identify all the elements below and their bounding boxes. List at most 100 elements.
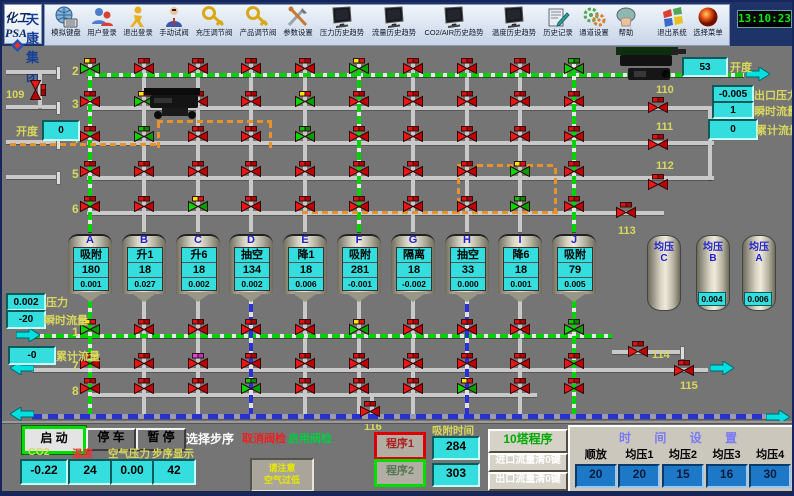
valve-row5-t3[interactable]	[188, 161, 208, 177]
valve-row8-t4[interactable]	[241, 378, 261, 394]
program2-button[interactable]: 程序2	[374, 459, 426, 487]
valve-113[interactable]	[616, 202, 636, 218]
valve-row8-t2[interactable]	[134, 378, 154, 394]
valve-row4-t1[interactable]	[80, 126, 100, 142]
time-setting-value-2[interactable]: 20	[618, 464, 660, 488]
time-setting-value-4[interactable]: 16	[706, 464, 748, 488]
program1-button[interactable]: 程序1	[374, 432, 426, 460]
valve-row3-t5[interactable]	[295, 91, 315, 107]
valve-row6-t1[interactable]	[80, 196, 100, 212]
toolbar-item-14[interactable]: 帮助	[612, 5, 640, 45]
valve-row5-t2[interactable]	[134, 161, 154, 177]
valve-row3-t6[interactable]	[349, 91, 369, 107]
program-title-button[interactable]: 10塔程序	[488, 429, 568, 453]
toolbar-item-7[interactable]: 参数设置	[280, 5, 316, 45]
valve-row3-t7[interactable]	[403, 91, 423, 107]
valve-row2-t7[interactable]	[403, 58, 423, 74]
valve-112[interactable]	[648, 174, 668, 190]
valve-row4-t7[interactable]	[403, 126, 423, 142]
valve-row1-t9[interactable]	[510, 319, 530, 335]
valve-row5-t9[interactable]	[510, 161, 530, 177]
valve-row7-t8[interactable]	[457, 353, 477, 369]
valve-row1-t6[interactable]	[349, 319, 369, 335]
valve-row3-t9[interactable]	[510, 91, 530, 107]
valve-row4-t8[interactable]	[457, 126, 477, 142]
toolbar-item-4[interactable]: 手动试阀	[156, 5, 192, 45]
valve-row8-t6[interactable]	[349, 378, 369, 394]
valve-row6-t4[interactable]	[241, 196, 261, 212]
valve-row1-t8[interactable]	[457, 319, 477, 335]
valve-row6-t5[interactable]	[295, 196, 315, 212]
toolbar-item-13[interactable]: 通道设置	[576, 5, 612, 45]
valve-row7-t2[interactable]	[134, 353, 154, 369]
toolbar-item-2[interactable]: 用户登录	[84, 5, 120, 45]
valve-row3-t1[interactable]	[80, 91, 100, 107]
valve-row6-t6[interactable]	[349, 196, 369, 212]
valve-row5-t1[interactable]	[80, 161, 100, 177]
toolbar-item-5[interactable]: 充压调节阀	[192, 5, 236, 45]
toolbar-item-16[interactable]: 选择菜单	[690, 5, 726, 45]
valve-row2-t1[interactable]	[80, 58, 100, 74]
time-setting-value-3[interactable]: 15	[662, 464, 704, 488]
valve-row2-t6[interactable]	[349, 58, 369, 74]
valve-row2-t4[interactable]	[241, 58, 261, 74]
valve-row2-t8[interactable]	[457, 58, 477, 74]
valve-row3-t4[interactable]	[241, 91, 261, 107]
valve-row3-t10[interactable]	[564, 91, 584, 107]
valve-row4-t10[interactable]	[564, 126, 584, 142]
cancel-valve-check-button[interactable]: 取消阀检	[242, 430, 290, 446]
valve-row5-t8[interactable]	[457, 161, 477, 177]
valve-row8-t3[interactable]	[188, 378, 208, 394]
toolbar-item-12[interactable]: 历史记录	[540, 5, 576, 45]
valve-row1-t2[interactable]	[134, 319, 154, 335]
valve-row1-t7[interactable]	[403, 319, 423, 335]
valve-114[interactable]	[628, 341, 648, 357]
valve-row5-t5[interactable]	[295, 161, 315, 177]
outlet-flow-reset-button[interactable]: 出口流量清0键	[488, 472, 568, 491]
valve-row4-t9[interactable]	[510, 126, 530, 142]
valve-row3-t8[interactable]	[457, 91, 477, 107]
valve-row6-t3[interactable]	[188, 196, 208, 212]
valve-110[interactable]	[648, 97, 668, 113]
valve-111[interactable]	[648, 134, 668, 150]
valve-row2-t2[interactable]	[134, 58, 154, 74]
valve-row1-t4[interactable]	[241, 319, 261, 335]
valve-row5-t10[interactable]	[564, 161, 584, 177]
valve-row2-t3[interactable]	[188, 58, 208, 74]
valve-row8-t7[interactable]	[403, 378, 423, 394]
valve-row8-t8[interactable]	[457, 378, 477, 394]
toolbar-item-6[interactable]: 产品调节阀	[236, 5, 280, 45]
valve-row5-t6[interactable]	[349, 161, 369, 177]
toolbar-item-1[interactable]: 模拟键盘	[48, 5, 84, 45]
valve-row8-t1[interactable]	[80, 378, 100, 394]
time-setting-value-5[interactable]: 30	[749, 464, 791, 488]
valve-row8-t10[interactable]	[564, 378, 584, 394]
enable-valve-check-button[interactable]: 启用阀检	[288, 430, 336, 446]
toolbar-item-15[interactable]: 退出系统	[654, 5, 690, 45]
valve-row7-t4[interactable]	[241, 353, 261, 369]
toolbar-item-9[interactable]: 流量历史趋势	[368, 5, 420, 45]
valve-row7-t10[interactable]	[564, 353, 584, 369]
valve-row5-t7[interactable]	[403, 161, 423, 177]
valve-row8-t5[interactable]	[295, 378, 315, 394]
valve-row6-t7[interactable]	[403, 196, 423, 212]
valve-row7-t7[interactable]	[403, 353, 423, 369]
time-setting-value-1[interactable]: 20	[575, 464, 617, 488]
valve-row7-t9[interactable]	[510, 353, 530, 369]
valve-row4-t2[interactable]	[134, 126, 154, 142]
valve-row2-t9[interactable]	[510, 58, 530, 74]
valve-row4-t5[interactable]	[295, 126, 315, 142]
valve-row7-t5[interactable]	[295, 353, 315, 369]
valve-row4-t6[interactable]	[349, 126, 369, 142]
valve-row6-t10[interactable]	[564, 196, 584, 212]
valve-row6-t2[interactable]	[134, 196, 154, 212]
valve-row6-t9[interactable]	[510, 196, 530, 212]
valve-row7-t3[interactable]	[188, 353, 208, 369]
valve-row1-t5[interactable]	[295, 319, 315, 335]
valve-row7-t6[interactable]	[349, 353, 369, 369]
valve-row4-t3[interactable]	[188, 126, 208, 142]
valve-row4-t4[interactable]	[241, 126, 261, 142]
valve-row1-t3[interactable]	[188, 319, 208, 335]
valve-115[interactable]	[674, 360, 694, 376]
valve-row5-t4[interactable]	[241, 161, 261, 177]
